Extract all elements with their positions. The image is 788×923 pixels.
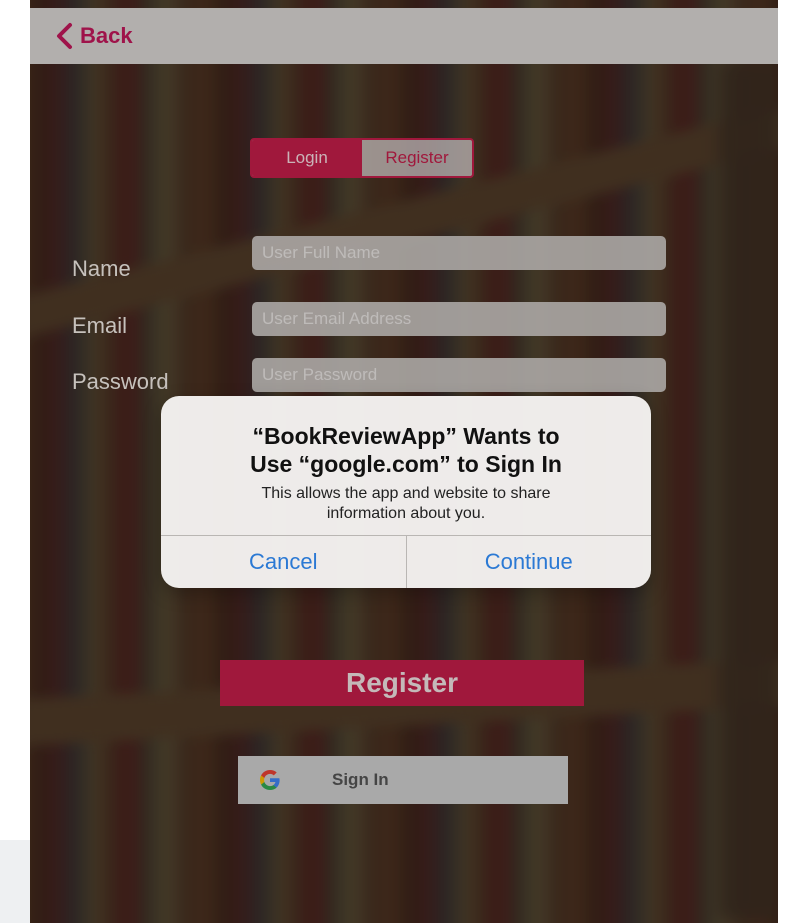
alert-message: This allows the app and website to share… [261,485,551,522]
alert-title: “BookReviewApp” Wants to Use “google.com… [181,422,631,478]
continue-button[interactable]: Continue [405,536,652,588]
alert-button-row: Cancel Continue [161,535,651,588]
app-screen: Back Login Register Name Email Password … [30,0,778,923]
cancel-button[interactable]: Cancel [161,536,406,588]
alert-title-line: “BookReviewApp” Wants to [252,423,560,449]
alert-title-line: Use “google.com” to Sign In [250,451,562,477]
signin-permission-alert: “BookReviewApp” Wants to Use “google.com… [161,396,651,588]
outer-margin [0,840,32,923]
